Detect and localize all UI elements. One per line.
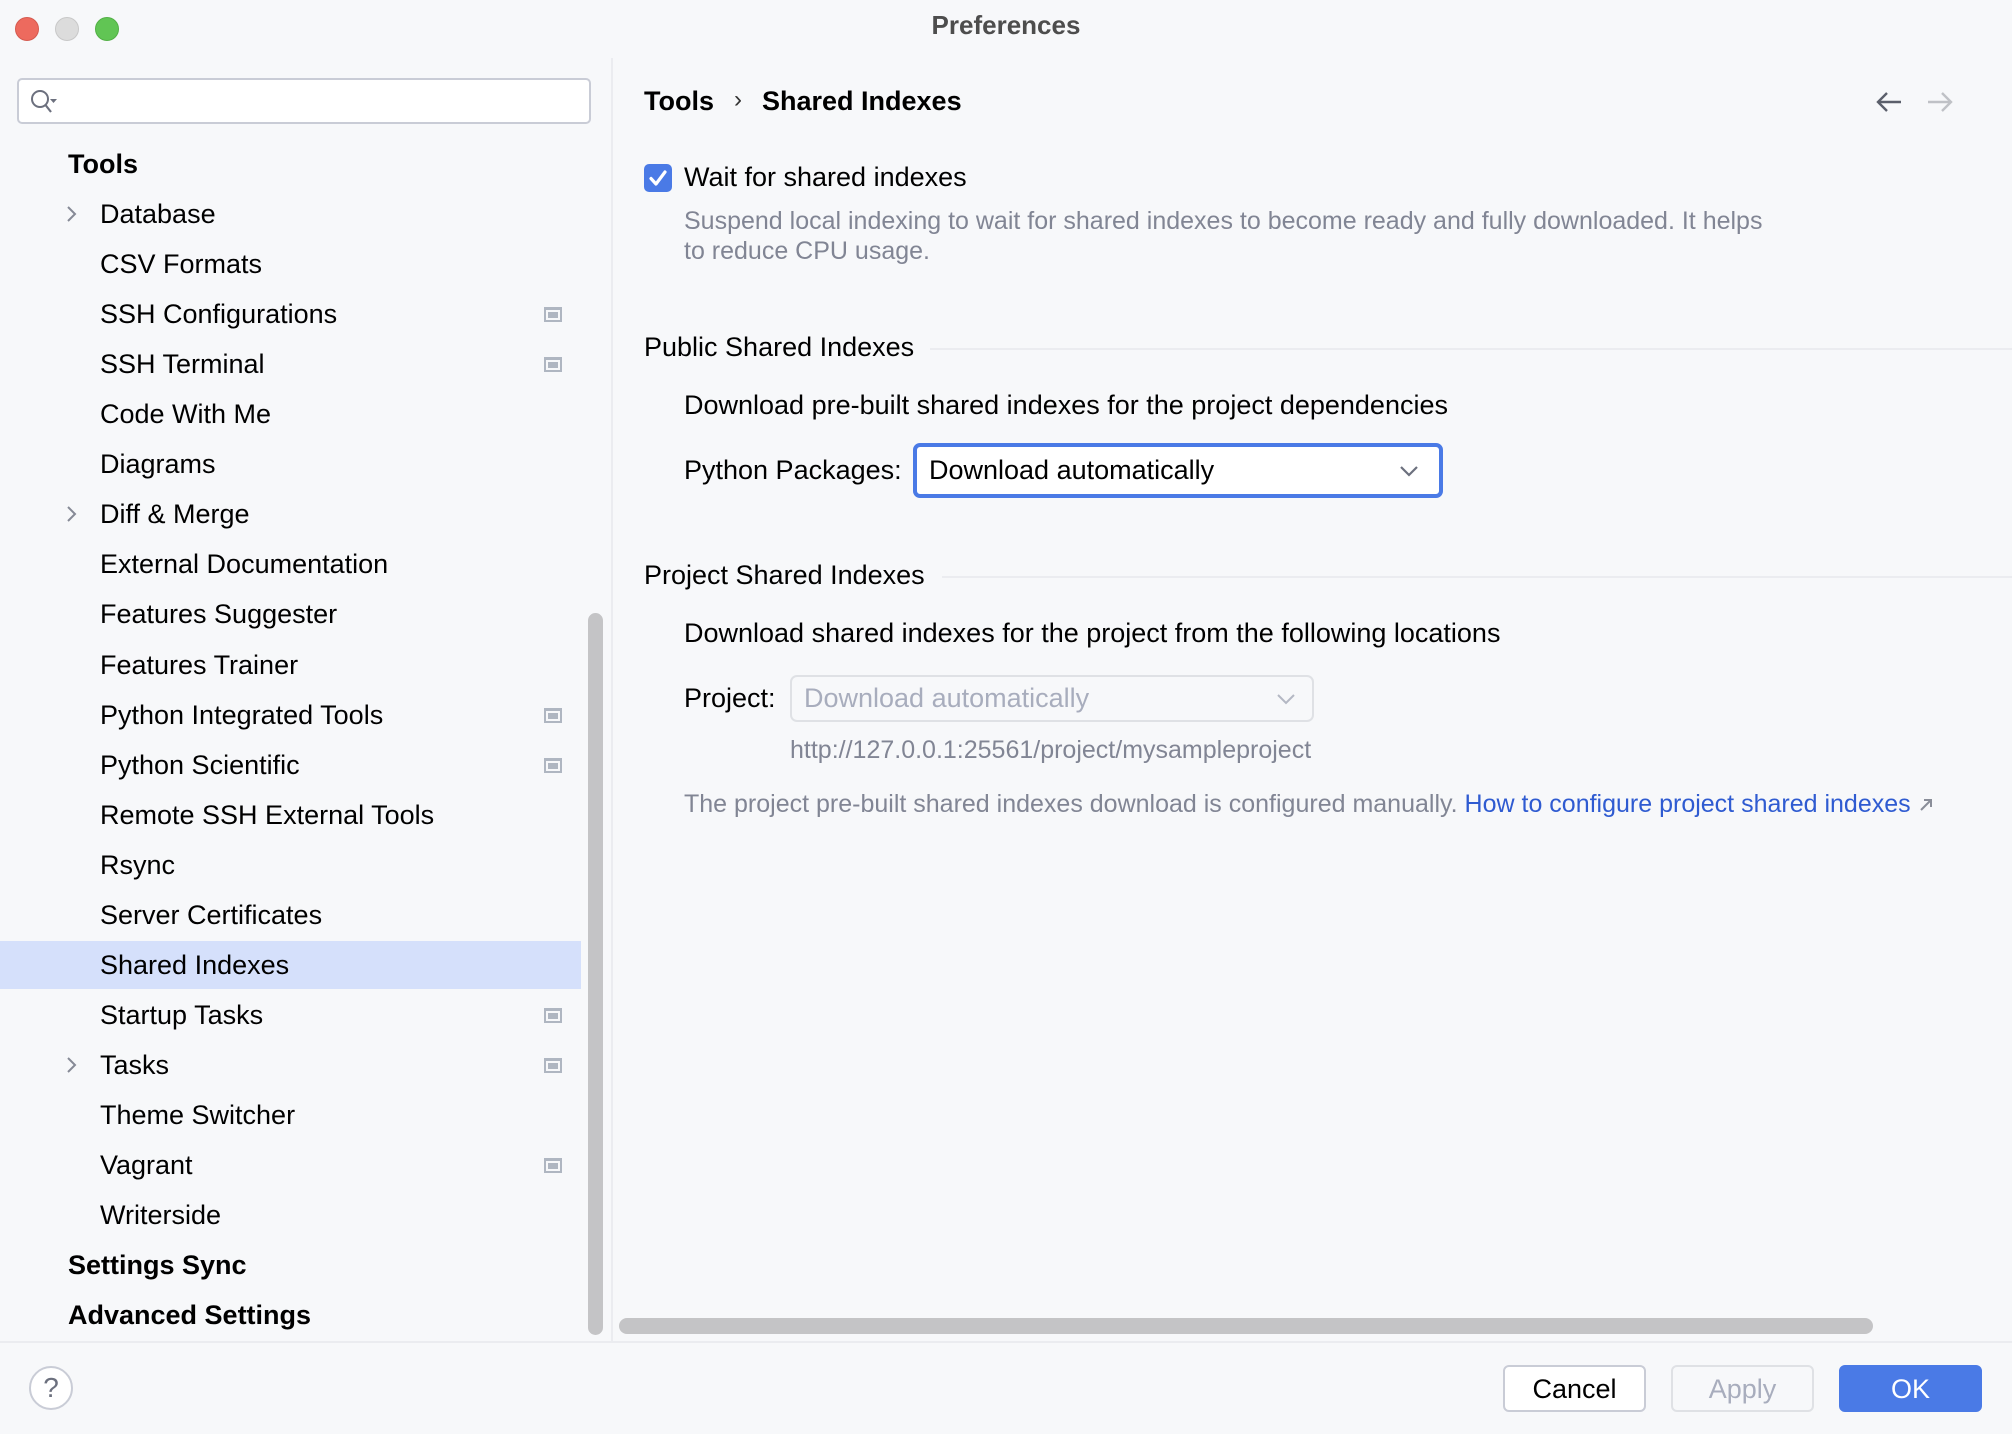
sidebar-item-label: Tools <box>68 149 138 179</box>
sidebar-item[interactable]: Code With Me <box>0 390 581 438</box>
sidebar-item-label: Shared Indexes <box>100 950 290 980</box>
sidebar-item[interactable]: Remote SSH External Tools <box>0 791 581 839</box>
sidebar-item[interactable]: Features Trainer <box>0 641 581 689</box>
sidebar-item[interactable]: Diagrams <box>0 440 581 488</box>
footer-separator <box>0 1341 2012 1343</box>
sidebar-item[interactable]: Shared Indexes <box>0 941 581 989</box>
sidebar-item-label: SSH Terminal <box>100 349 265 379</box>
project-label: Project: <box>684 683 776 713</box>
project-dropdown[interactable]: Download automatically <box>790 675 1314 722</box>
project-level-icon <box>544 708 562 723</box>
sidebar-item-label: Rsync <box>100 850 176 880</box>
public-description: Download pre-built shared indexes for th… <box>684 390 1448 420</box>
sidebar-item[interactable]: Python Scientific <box>0 741 581 789</box>
public-section-separator <box>930 348 2012 350</box>
chevron-right-icon[interactable] <box>64 1056 78 1074</box>
project-level-icon <box>544 307 562 322</box>
sidebar-item-label: Features Trainer <box>100 650 299 680</box>
project-note-text: The project pre-built shared indexes dow… <box>684 790 1458 818</box>
ok-button[interactable]: OK <box>1839 1365 1982 1412</box>
wait-for-shared-indexes-checkbox[interactable] <box>644 164 672 192</box>
settings-search-field[interactable] <box>17 78 591 124</box>
project-level-icon <box>544 758 562 773</box>
chevron-down-icon <box>1277 694 1295 705</box>
arrow-left-icon[interactable] <box>1875 88 1903 116</box>
project-level-icon <box>544 1058 562 1073</box>
sidebar-item[interactable]: Theme Switcher <box>0 1091 581 1139</box>
python-packages-label: Python Packages: <box>684 455 902 485</box>
breadcrumb-current: Shared Indexes <box>762 86 962 116</box>
sidebar-item[interactable]: Database <box>0 190 581 238</box>
sidebar-item[interactable]: External Documentation <box>0 540 581 588</box>
cancel-button[interactable]: Cancel <box>1503 1365 1646 1412</box>
python-packages-dropdown[interactable]: Download automatically <box>913 443 1443 498</box>
sidebar-item-label: Diff & Merge <box>100 499 250 529</box>
help-button[interactable]: ? <box>29 1366 73 1410</box>
content-horizontal-scrollbar[interactable] <box>619 1318 1873 1334</box>
sidebar-item-label: SSH Configurations <box>100 299 338 329</box>
sidebar-item[interactable]: Advanced Settings <box>0 1291 581 1339</box>
sidebar-item[interactable]: Features Suggester <box>0 590 581 638</box>
sidebar-item-label: Database <box>100 199 216 229</box>
window-title: Preferences <box>931 10 1081 40</box>
project-level-icon <box>544 1008 562 1023</box>
sidebar-item-label: External Documentation <box>100 549 389 579</box>
sidebar-vertical-scrollbar[interactable] <box>588 613 603 1335</box>
sidebar-item-label: Tasks <box>100 1050 170 1080</box>
project-section-separator <box>942 576 2012 578</box>
wait-description-line2: to reduce CPU usage. <box>684 237 930 265</box>
wait-description-line1: Suspend local indexing to wait for share… <box>684 207 1763 235</box>
sidebar-item[interactable]: Diff & Merge <box>0 490 581 538</box>
chevron-right-icon[interactable] <box>64 505 78 523</box>
sidebar-item[interactable]: SSH Configurations <box>0 290 581 338</box>
sidebar-item-label: Server Certificates <box>100 900 323 930</box>
checkmark-icon <box>649 170 667 186</box>
sidebar-item-label: Settings Sync <box>68 1250 247 1280</box>
sidebar-item[interactable]: Settings Sync <box>0 1241 581 1289</box>
sidebar-item[interactable]: Tasks <box>0 1041 581 1089</box>
sidebar-item[interactable]: Server Certificates <box>0 891 581 939</box>
sidebar-item-label: Diagrams <box>100 449 216 479</box>
sidebar-item[interactable]: Rsync <box>0 841 581 889</box>
sidebar-item-label: Python Scientific <box>100 750 300 780</box>
sidebar-item[interactable]: Python Integrated Tools <box>0 691 581 739</box>
sidebar-item-label: Remote SSH External Tools <box>100 800 435 830</box>
external-link-icon <box>1919 799 1932 812</box>
project-note: The project pre-built shared indexes dow… <box>684 790 1934 819</box>
apply-button[interactable]: Apply <box>1671 1365 1814 1412</box>
chevron-right-icon[interactable] <box>64 205 78 223</box>
sidebar-item[interactable]: SSH Terminal <box>0 340 581 388</box>
sidebar-divider[interactable] <box>611 58 613 1341</box>
public-shared-indexes-title: Public Shared Indexes <box>644 332 915 362</box>
sidebar-item-label: Features Suggester <box>100 599 338 629</box>
project-level-icon <box>544 357 562 372</box>
sidebar-item-label: Theme Switcher <box>100 1100 296 1130</box>
sidebar-item-label: Python Integrated Tools <box>100 700 384 730</box>
python-packages-value: Download automatically <box>929 455 1215 485</box>
sidebar-item[interactable]: Writerside <box>0 1191 581 1239</box>
chevron-down-icon <box>1400 466 1418 477</box>
sidebar-item[interactable]: Tools <box>0 140 581 188</box>
wait-for-shared-indexes-label[interactable]: Wait for shared indexes <box>684 162 967 193</box>
project-shared-indexes-title: Project Shared Indexes <box>644 560 925 590</box>
sidebar-item[interactable]: Startup Tasks <box>0 991 581 1039</box>
project-description: Download shared indexes for the project … <box>684 618 1501 648</box>
sidebar-item-label: Vagrant <box>100 1150 193 1180</box>
sidebar-item-label: Advanced Settings <box>68 1300 312 1330</box>
search-icon <box>31 90 57 113</box>
arrow-right-icon[interactable] <box>1926 88 1954 116</box>
configure-project-shared-indexes-link[interactable]: How to configure project shared indexes <box>1465 790 1911 818</box>
sidebar-item-label: Code With Me <box>100 399 272 429</box>
sidebar-item[interactable]: Vagrant <box>0 1141 581 1189</box>
project-url: http://127.0.0.1:25561/project/mysamplep… <box>790 736 1312 764</box>
sidebar-item-label: CSV Formats <box>100 249 263 279</box>
project-level-icon <box>544 1158 562 1173</box>
search-input[interactable] <box>67 86 581 118</box>
sidebar-item[interactable]: CSV Formats <box>0 240 581 288</box>
sidebar-item-label: Startup Tasks <box>100 1000 264 1030</box>
project-dropdown-value: Download automatically <box>804 683 1090 713</box>
breadcrumb-parent[interactable]: Tools <box>644 86 714 117</box>
breadcrumb-separator: › <box>734 86 742 113</box>
sidebar-item-label: Writerside <box>100 1200 222 1230</box>
